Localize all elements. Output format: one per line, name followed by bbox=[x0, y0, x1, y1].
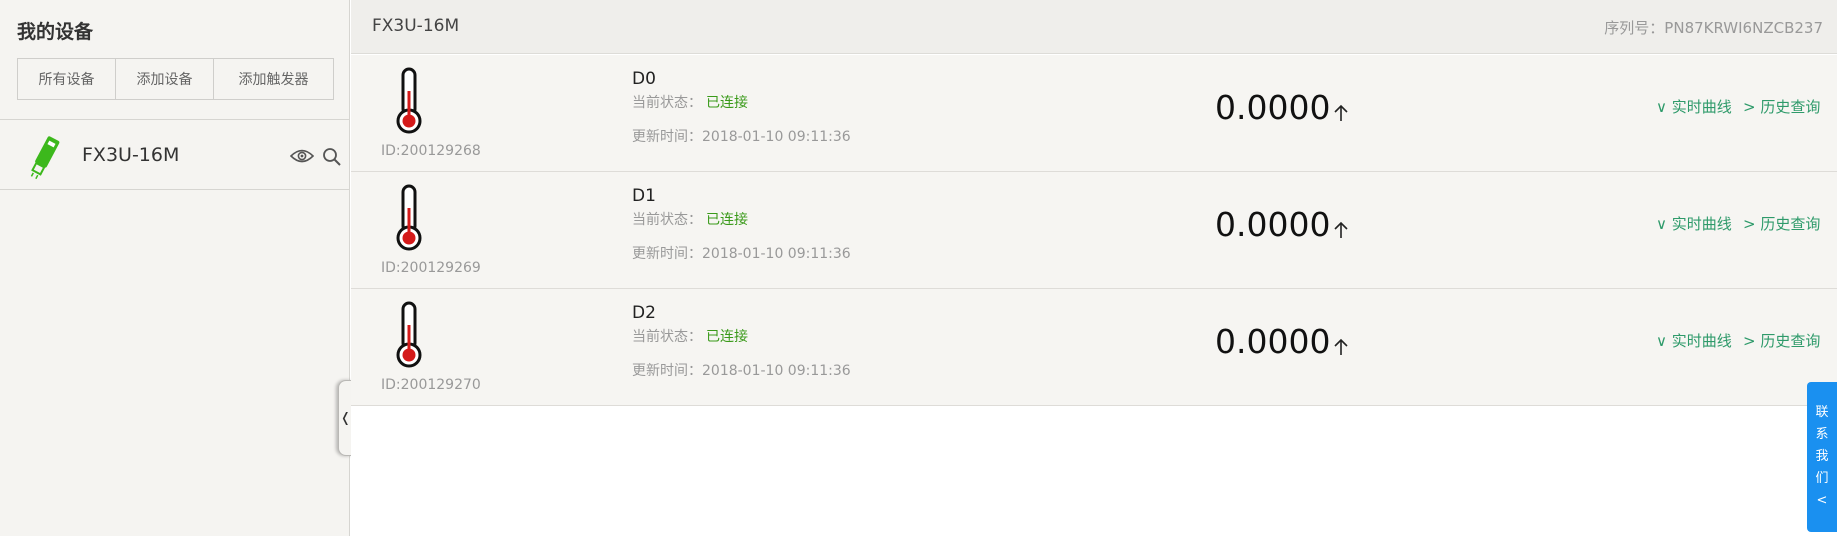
add-trigger-button[interactable]: 添加触发器 bbox=[214, 59, 333, 99]
serial-number: 序列号：PN87KRWI6NZCB237 bbox=[1604, 19, 1823, 37]
realtime-curve-link[interactable]: ∨ 实时曲线 bbox=[1656, 330, 1732, 351]
contact-char: 联 bbox=[1815, 405, 1829, 420]
realtime-curve-link[interactable]: ∨ 实时曲线 bbox=[1656, 96, 1732, 117]
status-line: 当前状态： 已连接 bbox=[632, 326, 748, 346]
status-label: 当前状态： bbox=[632, 95, 702, 111]
status-value: 已连接 bbox=[706, 95, 748, 111]
main-panel: FX3U-16M 序列号：PN87KRWI6NZCB237 ID:2001292… bbox=[351, 0, 1837, 536]
realtime-curve-link[interactable]: ∨ 实时曲线 bbox=[1656, 213, 1732, 234]
sensor-row: ID:200129269 D1 当前状态： 已连接 更新时间：2018-01-10… bbox=[351, 172, 1837, 289]
all-devices-button[interactable]: 所有设备 bbox=[18, 59, 116, 99]
search-icon[interactable] bbox=[322, 147, 342, 167]
eye-icon[interactable] bbox=[290, 148, 314, 164]
device-title: FX3U-16M bbox=[372, 16, 460, 36]
main-header: FX3U-16M 序列号：PN87KRWI6NZCB237 bbox=[351, 0, 1837, 54]
status-value: 已连接 bbox=[706, 329, 748, 345]
filter-group: 所有设备 添加设备 添加触发器 bbox=[17, 58, 334, 100]
status-label: 当前状态： bbox=[632, 212, 702, 228]
sidebar-title: 我的设备 bbox=[17, 21, 94, 43]
usb-stick-icon bbox=[30, 136, 60, 180]
update-time: 更新时间：2018-01-10 09:11:36 bbox=[632, 246, 851, 262]
status-value: 已连接 bbox=[706, 212, 748, 228]
device-name: FX3U-16M bbox=[82, 144, 180, 166]
sensor-name: D1 bbox=[632, 186, 656, 206]
history-query-link[interactable]: > 历史查询 bbox=[1743, 96, 1820, 117]
sensor-value: 0.0000 bbox=[1215, 322, 1331, 361]
sensor-id: ID:200129268 bbox=[381, 143, 481, 159]
status-line: 当前状态： 已连接 bbox=[632, 209, 748, 229]
sensor-name: D0 bbox=[632, 69, 656, 89]
add-device-button[interactable]: 添加设备 bbox=[116, 59, 214, 99]
sensor-name: D2 bbox=[632, 303, 656, 323]
sensor-id: ID:200129269 bbox=[381, 260, 481, 276]
status-line: 当前状态： 已连接 bbox=[632, 92, 748, 112]
sensor-value: 0.0000 bbox=[1215, 205, 1331, 244]
sensor-id: ID:200129270 bbox=[381, 377, 481, 393]
sensor-value: 0.0000 bbox=[1215, 88, 1331, 127]
update-time: 更新时间：2018-01-10 09:11:36 bbox=[632, 129, 851, 145]
thermometer-icon bbox=[396, 301, 422, 368]
contact-us-button[interactable]: 联 系 我 们 < bbox=[1807, 382, 1837, 532]
app: 我的设备 所有设备 添加设备 添加触发器 FX3U-16M ❬ FX3U-16M… bbox=[0, 0, 1837, 536]
history-query-link[interactable]: > 历史查询 bbox=[1743, 330, 1820, 351]
arrow-up-icon bbox=[1334, 221, 1348, 238]
update-time: 更新时间：2018-01-10 09:11:36 bbox=[632, 363, 851, 379]
device-list-item[interactable]: FX3U-16M bbox=[0, 120, 350, 190]
contact-char: 们 bbox=[1815, 471, 1829, 486]
thermometer-icon bbox=[396, 184, 422, 251]
collapse-sidebar-button[interactable]: ❬ bbox=[338, 380, 352, 456]
sensor-row: ID:200129268 D0 当前状态： 已连接 更新时间：2018-01-10… bbox=[351, 55, 1837, 172]
arrow-up-icon bbox=[1334, 104, 1348, 121]
history-query-link[interactable]: > 历史查询 bbox=[1743, 213, 1820, 234]
status-label: 当前状态： bbox=[632, 329, 702, 345]
sidebar: 我的设备 所有设备 添加设备 添加触发器 FX3U-16M ❬ bbox=[0, 0, 352, 536]
thermometer-icon bbox=[396, 67, 422, 134]
contact-char: < bbox=[1816, 493, 1828, 508]
contact-char: 我 bbox=[1815, 449, 1829, 464]
arrow-up-icon bbox=[1334, 338, 1348, 355]
contact-char: 系 bbox=[1815, 427, 1829, 442]
sensor-row: ID:200129270 D2 当前状态： 已连接 更新时间：2018-01-10… bbox=[351, 289, 1837, 406]
